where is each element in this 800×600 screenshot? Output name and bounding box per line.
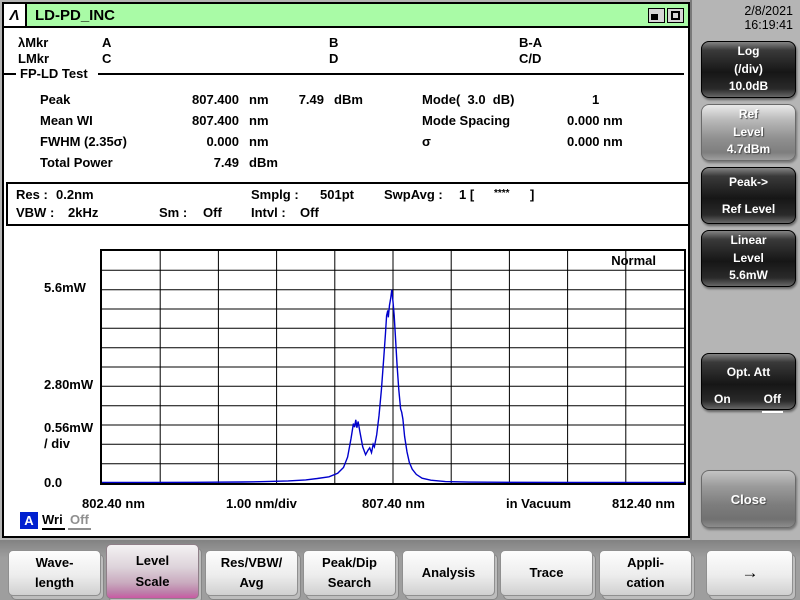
peak-label: Peak: [40, 92, 71, 107]
mean-wl-value: 807.400: [192, 113, 239, 128]
x-axis-label-medium: in Vacuum: [506, 496, 572, 511]
x-axis-label-per-div: 1.00 nm/div: [226, 496, 297, 511]
anritsu-logo-icon: Λ: [4, 4, 27, 26]
fwhm-unit: nm: [249, 134, 269, 149]
menu-analysis-button[interactable]: Analysis: [402, 550, 495, 596]
fwhm-value: 0.000: [206, 134, 239, 149]
smplg-label: Smplg :: [251, 187, 299, 202]
y-axis-label-top: 5.6mW: [44, 280, 86, 295]
lv-marker-c: C: [102, 51, 112, 66]
intvl-value: Off: [300, 205, 319, 220]
ref-level-button[interactable]: Ref Level 4.7dBm: [701, 104, 796, 161]
sigma-value: 0.000 nm: [567, 134, 623, 149]
trace-mode-label: Normal: [611, 253, 656, 268]
time-text: 16:19:41: [744, 18, 793, 32]
y-axis-scale-label2: / div: [44, 436, 71, 451]
lv-marker-ratio: C/D: [519, 51, 542, 66]
spectrum-svg: [102, 251, 684, 483]
lv-marker-d: D: [329, 51, 339, 66]
peak-power-unit: dBm: [334, 92, 363, 107]
total-power-value: 7.49: [213, 155, 239, 170]
mode-spacing-value: 0.000 nm: [567, 113, 623, 128]
total-power-label: Total Power: [40, 155, 113, 170]
optical-attenuator-button[interactable]: Opt. Att On Off: [701, 353, 796, 413]
menu-next-page-button[interactable]: →: [706, 550, 793, 596]
peak-wavelength-unit: nm: [249, 92, 269, 107]
peak-wavelength: 807.400: [192, 92, 239, 107]
res-value: 0.2nm: [56, 187, 94, 202]
wl-marker-diff: B-A: [519, 35, 543, 50]
y-axis-scale-label: 0.56mW: [44, 420, 94, 435]
section-rule-right: [98, 73, 684, 75]
mode-count-label: Mode( 3.0 dB): [422, 92, 515, 107]
section-rule-left: [4, 73, 16, 75]
log-per-div-button[interactable]: Log (/div) 10.0dB: [701, 41, 796, 98]
menu-level-scale-button[interactable]: Level Scale: [106, 544, 199, 599]
trace-write-mode[interactable]: Wri: [42, 512, 65, 530]
menu-application-button[interactable]: Appli- cation: [599, 550, 692, 596]
x-axis-label-start: 802.40 nm: [82, 496, 145, 511]
minimize-icon: [651, 13, 658, 20]
x-axis-label-center: 807.40 nm: [362, 496, 425, 511]
wl-marker-a: A: [102, 35, 112, 50]
window-titlebar: Λ LD-PD_INC: [4, 4, 688, 28]
next-page-arrow-icon: →: [741, 562, 759, 582]
maximize-icon: [671, 10, 680, 20]
close-button[interactable]: Close: [701, 470, 796, 528]
main-display-panel: Λ LD-PD_INC λMkr A B B-A LMkr C D C/D FP…: [2, 2, 690, 538]
peak-power: 7.49: [298, 92, 324, 107]
intvl-label: Intvl :: [251, 205, 286, 220]
opt-att-off-option[interactable]: Off: [761, 391, 783, 413]
trace-off-state[interactable]: Off: [68, 512, 91, 530]
swpavg-stars: ****: [494, 188, 510, 199]
maximize-button[interactable]: [667, 7, 684, 23]
fwhm-label: FWHM (2.35σ): [40, 134, 127, 149]
y-axis-label-mid: 2.80mW: [44, 377, 94, 392]
wl-marker-b: B: [329, 35, 339, 50]
sm-value: Off: [203, 205, 222, 220]
mode-spacing-label: Mode Spacing: [422, 113, 511, 128]
res-label: Res :: [16, 187, 48, 202]
y-axis-label-zero: 0.0: [44, 475, 63, 490]
sm-label: Sm :: [159, 205, 188, 220]
section-title: FP-LD Test: [20, 66, 88, 81]
menu-trace-button[interactable]: Trace: [500, 550, 593, 596]
menu-res-vbw-avg-button[interactable]: Res/VBW/ Avg: [205, 550, 298, 596]
x-axis-label-end: 812.40 nm: [612, 496, 675, 511]
mode-count-value: 1: [592, 92, 600, 107]
smplg-value: 501pt: [320, 187, 354, 202]
window-title: LD-PD_INC: [35, 6, 116, 24]
datetime-display: 2/8/2021 16:19:41: [703, 4, 793, 32]
vbw-value: 2kHz: [68, 205, 99, 220]
total-power-unit: dBm: [249, 155, 278, 170]
date-text: 2/8/2021: [744, 4, 793, 18]
swpavg-label: SwpAvg :: [384, 187, 443, 202]
vbw-label: VBW :: [16, 205, 55, 220]
opt-att-title: Opt. Att: [726, 365, 771, 379]
lv-marker-label: LMkr: [18, 51, 50, 66]
opt-att-on-option[interactable]: On: [714, 391, 731, 412]
spectrum-plot: Normal: [100, 249, 686, 485]
trace-indicator[interactable]: A: [20, 512, 38, 529]
peak-to-ref-level-button[interactable]: Peak-> Ref Level: [701, 167, 796, 224]
sigma-label: σ: [422, 134, 431, 149]
menu-wavelength-button[interactable]: Wave- length: [8, 550, 101, 596]
menu-peak-dip-search-button[interactable]: Peak/Dip Search: [303, 550, 396, 596]
mean-wl-label: Mean WI: [40, 113, 93, 128]
swpavg-bracket: ]: [530, 187, 535, 202]
mean-wl-unit: nm: [249, 113, 269, 128]
linear-level-button[interactable]: Linear Level 5.6mW: [701, 230, 796, 287]
swpavg-value: 1 [: [459, 187, 475, 202]
wl-marker-label: λMkr: [18, 35, 49, 50]
osa-screen: Λ LD-PD_INC λMkr A B B-A LMkr C D C/D FP…: [0, 0, 800, 600]
minimize-button[interactable]: [648, 7, 665, 23]
